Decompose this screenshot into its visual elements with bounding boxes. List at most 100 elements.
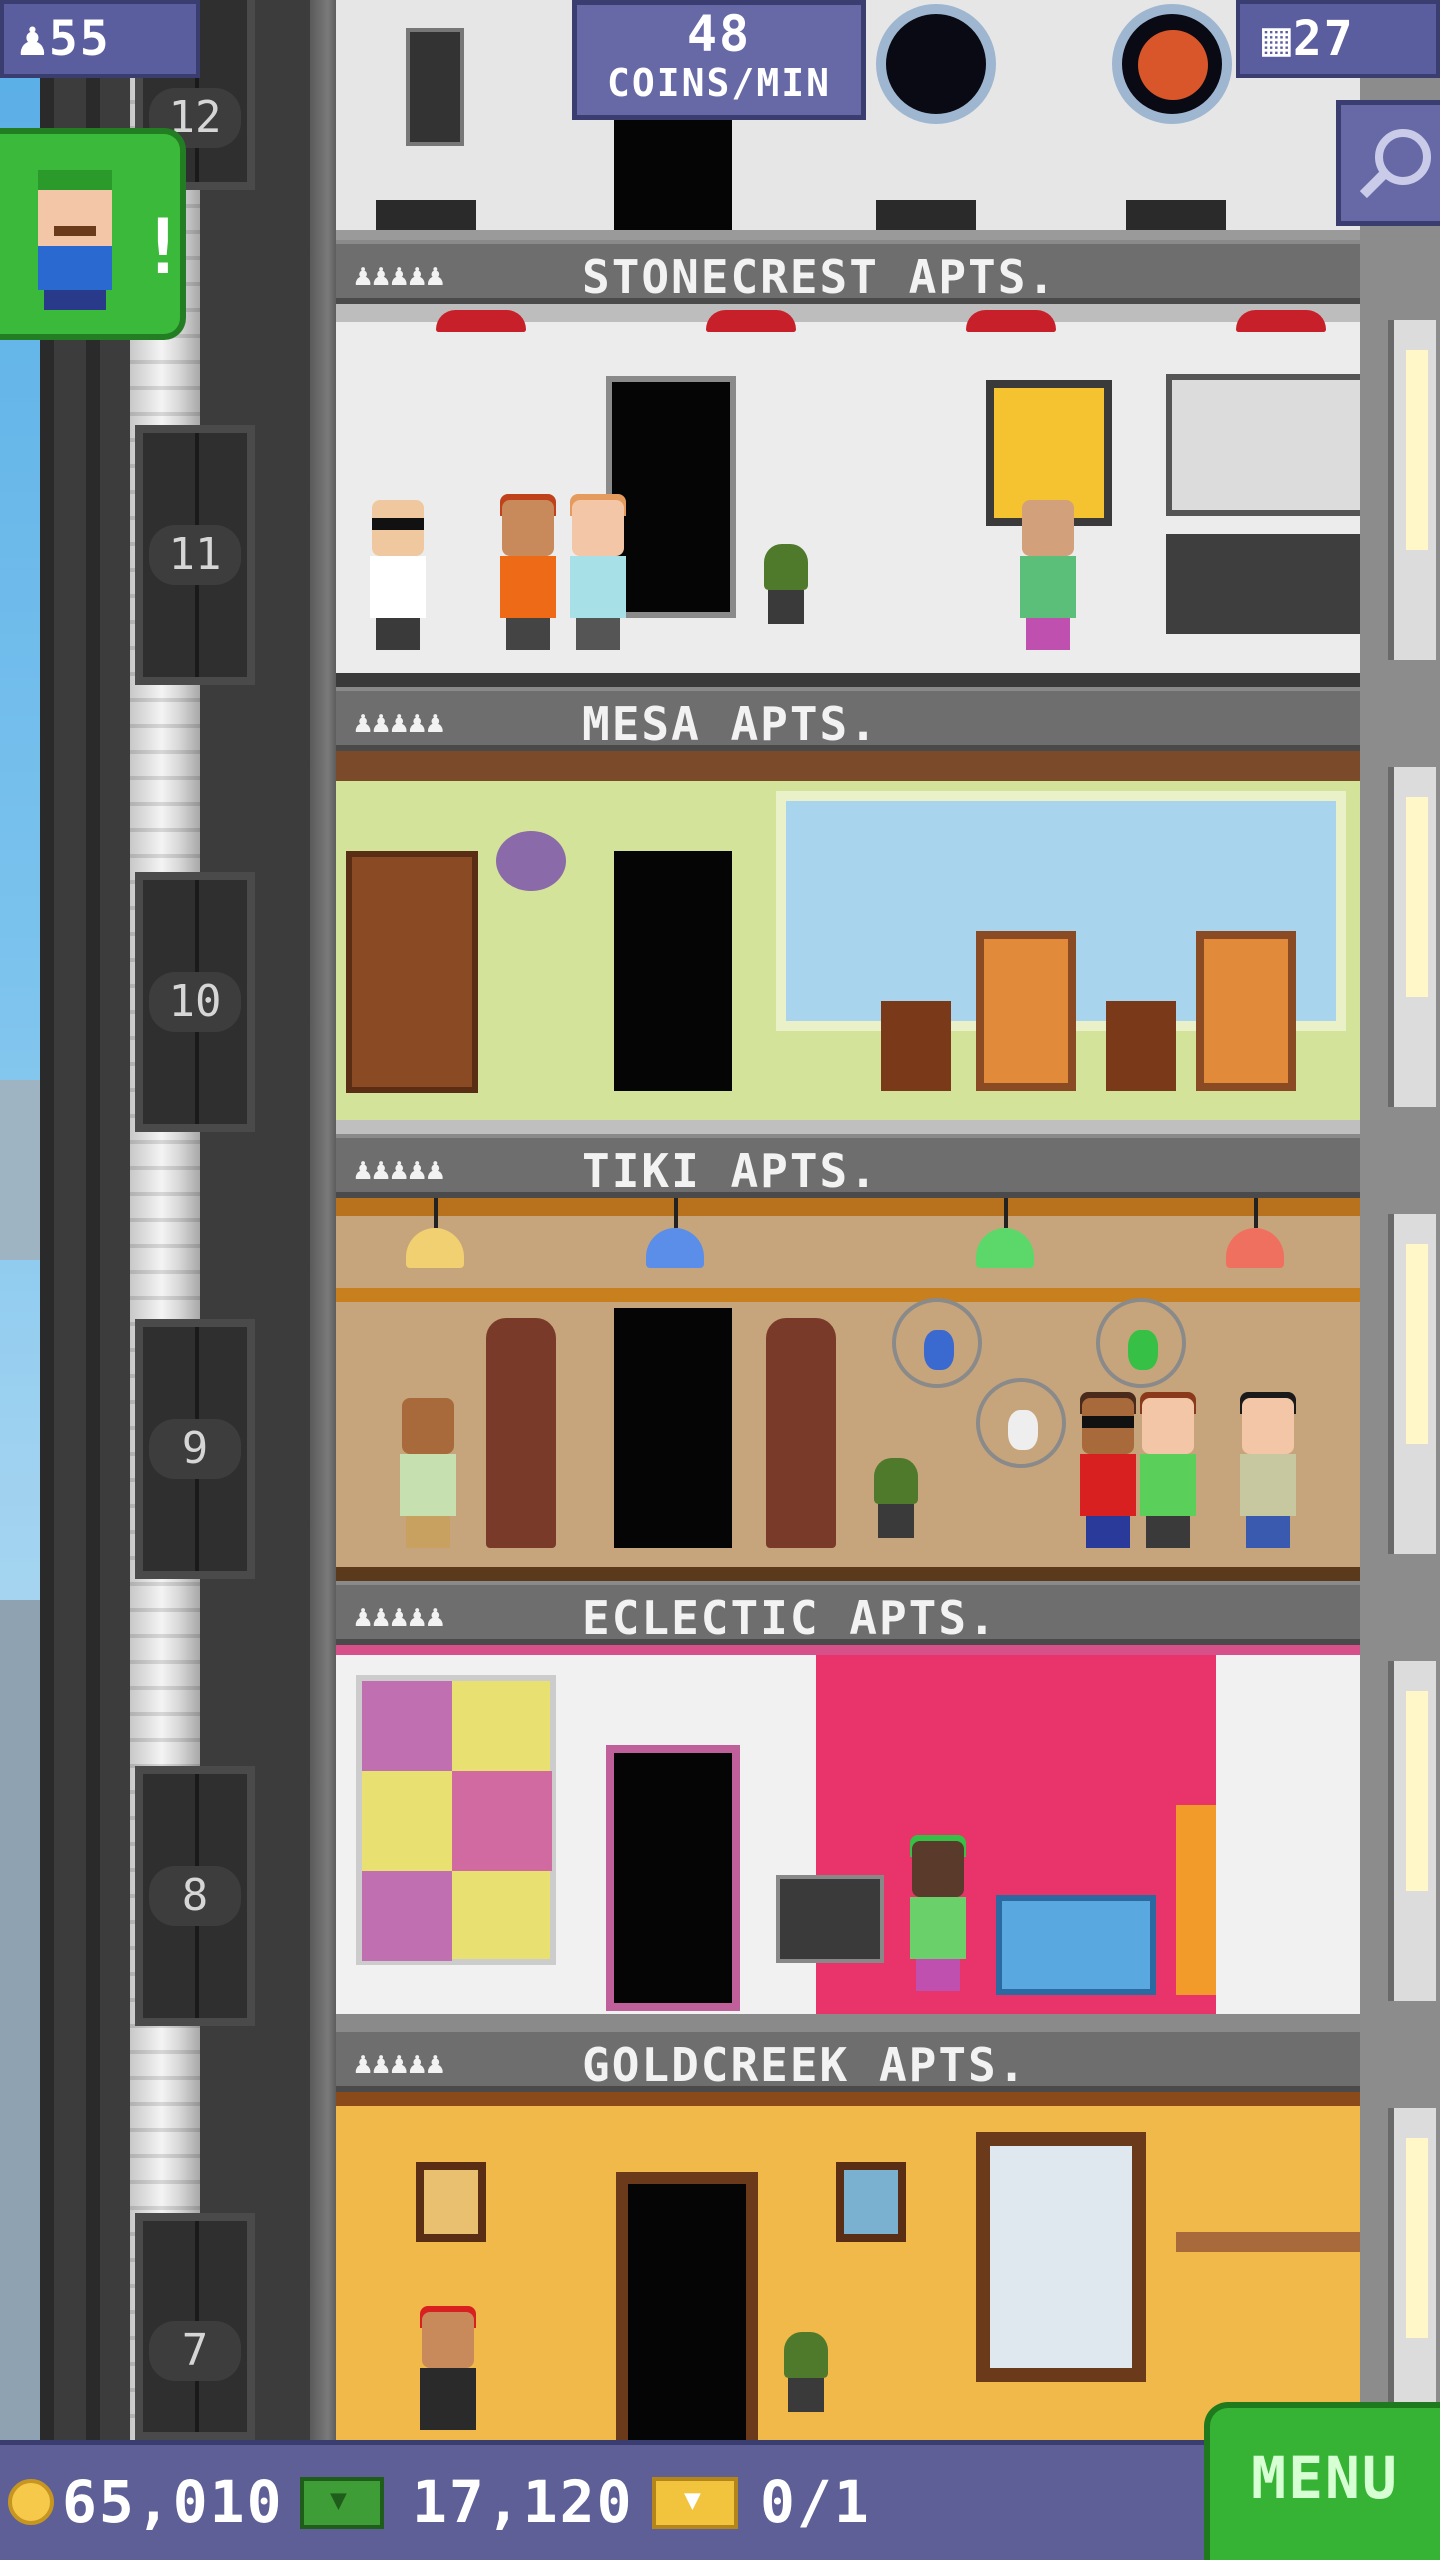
coin-icon bbox=[8, 2479, 54, 2525]
window-with-blinds bbox=[976, 2132, 1146, 2382]
tiki-room bbox=[336, 1198, 1360, 1581]
edge-window bbox=[1388, 2108, 1436, 2448]
apartment-door[interactable] bbox=[606, 1745, 740, 2011]
sofa bbox=[996, 1895, 1156, 1995]
elevator-door-floor-9[interactable]: 9 bbox=[135, 1319, 255, 1579]
ceiling-light bbox=[1236, 310, 1326, 332]
resident[interactable] bbox=[396, 1398, 460, 1548]
resident[interactable] bbox=[566, 494, 630, 650]
bird-cage bbox=[1096, 1298, 1186, 1388]
zoom-button[interactable] bbox=[1336, 100, 1440, 226]
bux-icon bbox=[300, 2477, 384, 2529]
side-table bbox=[1106, 1001, 1176, 1091]
resident[interactable] bbox=[906, 1835, 970, 1991]
coins-per-minute-panel[interactable]: 48 COINS/MIN bbox=[572, 0, 866, 120]
resident[interactable] bbox=[1076, 1392, 1140, 1548]
floor-number-8: 8 bbox=[149, 1866, 241, 1926]
porthole-window-planet bbox=[1112, 4, 1232, 124]
elevator-door-floor-10[interactable]: 10 bbox=[135, 872, 255, 1132]
floor-tiki[interactable]: ♟♟♟♟♟ TIKI APTS. bbox=[336, 1134, 1360, 1581]
bamboo-beam bbox=[336, 1198, 1360, 1216]
pendant-lamp bbox=[1226, 1228, 1284, 1268]
floor-number-11: 11 bbox=[149, 525, 241, 585]
wooden-beam bbox=[336, 2092, 1360, 2106]
tv-stand bbox=[776, 1875, 884, 1963]
visitor-avatar bbox=[30, 170, 120, 310]
coins-value: 65,010 bbox=[62, 2468, 284, 2536]
apartment-door[interactable] bbox=[614, 1308, 732, 1548]
resident[interactable] bbox=[1016, 500, 1080, 650]
wall-panel bbox=[406, 28, 464, 146]
bookshelf bbox=[346, 851, 478, 1093]
tickets-value: 0/1 bbox=[760, 2468, 871, 2536]
floor-title: MESA APTS. bbox=[582, 697, 879, 751]
bird-cage bbox=[892, 1298, 982, 1388]
floor-count-panel[interactable]: ▦27 bbox=[1236, 0, 1440, 78]
floor-ground bbox=[336, 2014, 1360, 2028]
visitor-alert-button[interactable]: ! bbox=[0, 128, 186, 340]
floor-title: STONECREST APTS. bbox=[582, 250, 1058, 304]
resident[interactable] bbox=[1136, 1392, 1200, 1548]
floor-number-10: 10 bbox=[149, 972, 241, 1032]
floor-title: TIKI APTS. bbox=[582, 1144, 879, 1198]
elevator-cable-column bbox=[130, 0, 200, 2440]
floor-ground bbox=[336, 1120, 1360, 1134]
pendant-lamp bbox=[406, 1228, 464, 1268]
floor-ground bbox=[336, 673, 1360, 687]
floor-ground bbox=[336, 1567, 1360, 1581]
floor-goldcreek[interactable]: ♟♟♟♟♟ GOLDCREEK APTS. bbox=[336, 2028, 1360, 2440]
elevator-door-floor-11[interactable]: 11 bbox=[135, 425, 255, 685]
porthole-window-stars bbox=[876, 4, 996, 124]
golden-ticket-icon bbox=[652, 2477, 738, 2529]
vent bbox=[1126, 200, 1226, 230]
hanging-plant bbox=[496, 831, 566, 891]
edge-window bbox=[1388, 1214, 1436, 1554]
resident[interactable] bbox=[366, 500, 430, 650]
goldcreek-room bbox=[336, 2092, 1360, 2440]
vent bbox=[376, 200, 476, 230]
apartment-door[interactable] bbox=[614, 851, 732, 1091]
armchair bbox=[976, 931, 1076, 1091]
building-icon: ▦ bbox=[1262, 11, 1293, 67]
residents-icon: ♟♟♟♟♟ bbox=[354, 258, 445, 293]
floor-mesa[interactable]: ♟♟♟♟♟ MESA APTS. bbox=[336, 687, 1360, 1134]
population-value: 55 bbox=[48, 11, 111, 67]
floor-number-7: 7 bbox=[149, 2321, 241, 2381]
floor-nameplate: ♟♟♟♟♟ MESA APTS. bbox=[336, 687, 1360, 751]
vent bbox=[876, 200, 976, 230]
residents-icon: ♟♟♟♟♟ bbox=[354, 1152, 445, 1187]
floor-title: ECLECTIC APTS. bbox=[582, 1591, 998, 1645]
shaft-rail bbox=[86, 0, 100, 2440]
apartment-door[interactable] bbox=[616, 2172, 758, 2440]
ceiling-light bbox=[436, 310, 526, 332]
residents-icon: ♟♟♟♟♟ bbox=[354, 705, 445, 740]
floor-eclectic[interactable]: ♟♟♟♟♟ ECLECTIC APTS. bbox=[336, 1581, 1360, 2028]
bird-icon bbox=[1128, 1330, 1158, 1370]
bird-icon bbox=[1008, 1410, 1038, 1450]
resident[interactable] bbox=[416, 2306, 480, 2440]
elevator-shaft[interactable]: 12 11 10 9 8 7 bbox=[40, 0, 370, 2440]
floor-lamp bbox=[1176, 1805, 1216, 1995]
edge-window bbox=[1388, 320, 1436, 660]
kitchen-counter bbox=[1166, 534, 1360, 634]
resident[interactable] bbox=[1236, 1392, 1300, 1548]
tiki-statue bbox=[766, 1318, 836, 1548]
resident[interactable] bbox=[496, 494, 560, 650]
mesa-room bbox=[336, 751, 1360, 1134]
menu-button[interactable]: MENU bbox=[1204, 2402, 1440, 2560]
potted-plant bbox=[756, 544, 816, 624]
floor-nameplate: ♟♟♟♟♟ GOLDCREEK APTS. bbox=[336, 2028, 1360, 2092]
edge-window bbox=[1388, 767, 1436, 1107]
residents-icon: ♟♟♟♟♟ bbox=[354, 2046, 445, 2081]
floor-stonecrest[interactable]: ♟♟♟♟♟ STONECREST APTS. bbox=[336, 240, 1360, 687]
population-counter[interactable]: ♟55 bbox=[0, 0, 200, 78]
floor-nameplate: ♟♟♟♟♟ STONECREST APTS. bbox=[336, 240, 1360, 304]
floor-count-value: 27 bbox=[1292, 11, 1355, 67]
kitchen-cabinets bbox=[1166, 374, 1360, 516]
elevator-door-floor-8[interactable]: 8 bbox=[135, 1766, 255, 2026]
picture-frame bbox=[836, 2162, 906, 2242]
elevator-door-floor-7[interactable]: 7 bbox=[135, 2213, 255, 2440]
edge-window bbox=[1388, 1661, 1436, 2001]
floor-12-door[interactable] bbox=[614, 120, 732, 230]
wooden-beam bbox=[336, 751, 1360, 781]
